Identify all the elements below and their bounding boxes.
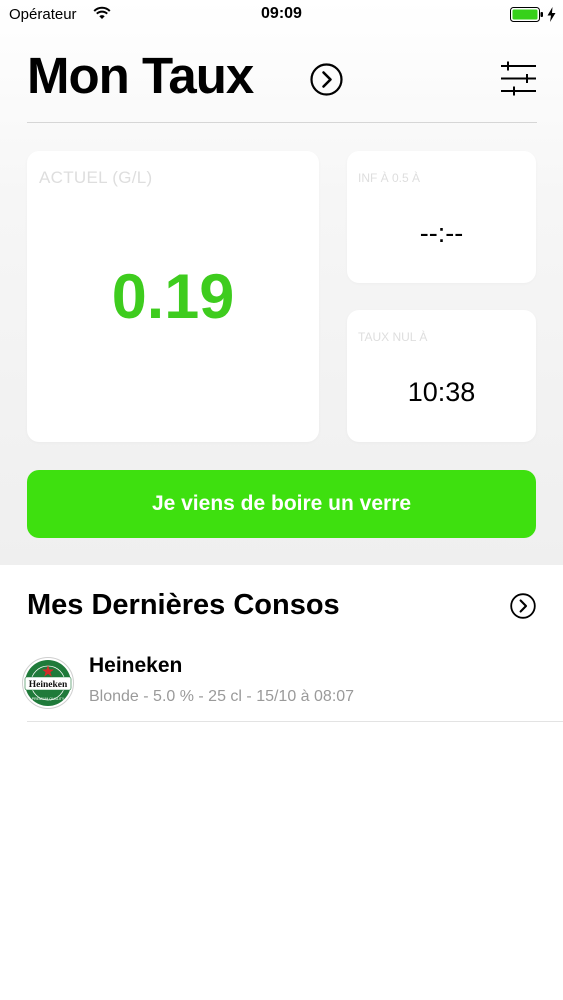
- heineken-logo: Heineken PREMIUM QUALITY: [22, 657, 74, 709]
- chevron-right-circle-icon[interactable]: [310, 63, 343, 96]
- conso-details: Blonde - 5.0 % - 25 cl - 15/10 à 08:07: [89, 688, 355, 705]
- sliders-icon[interactable]: [500, 60, 537, 97]
- current-rate-card: ACTUEL (g/L) 0.19: [27, 151, 319, 442]
- below-limit-value: --:--: [419, 218, 464, 248]
- list-item[interactable]: Heineken PREMIUM QUALITY Heineken Blonde…: [0, 640, 563, 722]
- status-bar: Opérateur 09:09: [0, 0, 563, 30]
- list-divider: [27, 721, 563, 722]
- svg-text:Heineken: Heineken: [29, 680, 68, 690]
- conso-name: Heineken: [89, 654, 183, 677]
- below-limit-label: INF À 0.5 À: [358, 171, 421, 185]
- zero-rate-label: TAUX NUL À: [358, 330, 428, 344]
- zero-rate-value: 10:38: [407, 377, 476, 407]
- charging-icon: [547, 7, 556, 27]
- below-limit-card: INF À 0.5 À --:--: [347, 151, 536, 283]
- recent-section-title: Mes Dernières Consos: [27, 589, 340, 621]
- current-rate-label: ACTUEL (g/L): [39, 168, 153, 187]
- svg-text:PREMIUM QUALITY: PREMIUM QUALITY: [32, 697, 65, 701]
- chevron-right-circle-icon[interactable]: [510, 593, 536, 619]
- battery-icon: [510, 7, 544, 28]
- add-drink-button[interactable]: Je viens de boire un verre: [27, 470, 536, 538]
- status-time: 09:09: [261, 5, 302, 22]
- current-rate-value: 0.19: [111, 262, 235, 332]
- page-title: Mon Taux: [27, 47, 254, 104]
- zero-rate-card: TAUX NUL À 10:38: [347, 310, 536, 442]
- header-divider: [27, 122, 537, 123]
